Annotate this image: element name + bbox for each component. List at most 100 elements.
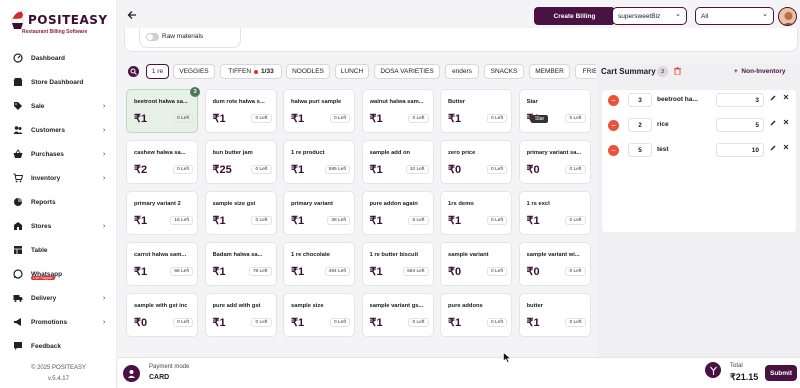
product-card[interactable]: sample variant gs... ₹1 0 Left (361, 293, 434, 337)
price-input[interactable]: 3 (716, 93, 764, 107)
category-tab-tiffen[interactable]: TIFFEN 1/33 (220, 64, 282, 79)
total-label: Total (730, 363, 743, 369)
product-price: ₹1 (212, 266, 226, 278)
close-icon[interactable] (783, 94, 789, 102)
product-name: 1 re butter biscuit (369, 252, 419, 258)
sidebar-item-table[interactable]: Table (0, 243, 117, 257)
category-tab-enders[interactable]: enders (445, 64, 479, 79)
pencil-icon[interactable] (770, 145, 776, 153)
sidebar-item-sale[interactable]: Sale › (0, 99, 117, 113)
price-input[interactable]: 10 (716, 143, 764, 157)
non-inventory-label: Non-Inventory (741, 68, 786, 75)
product-card[interactable]: 1 re product ₹1 595 Left (283, 140, 355, 184)
pencil-icon[interactable] (770, 120, 776, 128)
category-tab-noodles[interactable]: NOODLES (286, 64, 330, 79)
category-label: 1 re (151, 68, 164, 75)
product-card[interactable]: Butter ₹1 0 Left (440, 89, 512, 133)
sidebar-item-inventory[interactable]: Inventory › (0, 171, 117, 185)
add-non-inventory-button[interactable]: + Non-Inventory (734, 68, 785, 75)
sidebar-item-reports[interactable]: Reports (0, 195, 117, 209)
category-tab-veggies[interactable]: VEGGIES (173, 64, 215, 79)
product-card[interactable]: beetroot halwa sa... ₹1 0 Left 3 (126, 87, 200, 133)
product-card[interactable]: primary variant ₹1 38 Left (283, 191, 355, 235)
sidebar-item-whatsapp[interactable]: Whatsapp Live Support (0, 267, 117, 281)
category-tab-frie[interactable]: FRIE (575, 64, 596, 79)
cart-icon (12, 173, 23, 184)
chevron-right-icon: › (103, 150, 106, 158)
product-card[interactable]: pure add with gst ₹1 0 Left (204, 293, 277, 337)
pencil-icon[interactable] (770, 95, 776, 103)
product-card[interactable]: primary variant 2 ₹1 16 Left (126, 191, 198, 235)
brand-logo[interactable]: POSITEASY Restaurant Billing Software (8, 6, 108, 40)
price-input[interactable]: 5 (716, 118, 764, 132)
product-card[interactable]: carrot halwa sam... ₹1 66 Left (126, 242, 198, 286)
total-value: ₹21.15 (730, 372, 759, 382)
raw-materials-toggle[interactable]: Raw materials (139, 28, 241, 48)
product-card[interactable]: Badam halwa sa... ₹1 78 Left (204, 242, 277, 286)
product-card[interactable]: cashew halwa sa... ₹2 0 Left (126, 140, 198, 184)
product-price: ₹0 (526, 266, 540, 278)
product-card[interactable]: dum rote halwa s... ₹1 0 Left (204, 89, 277, 133)
product-card[interactable]: pure addons ₹1 0 Left (440, 293, 512, 337)
remove-item-icon[interactable]: − (608, 95, 619, 106)
user-icon[interactable] (123, 365, 140, 382)
stock-left-badge: 38 Left (327, 216, 350, 225)
product-name: zero price (448, 150, 476, 156)
product-card[interactable]: sample size ₹1 0 Left (283, 293, 355, 337)
product-card[interactable]: 1 rs excl ₹1 0 Left (518, 191, 591, 235)
search-icon[interactable] (128, 66, 139, 77)
split-icon[interactable] (705, 362, 721, 378)
sidebar-item-store-dashboard[interactable]: Store Dashboard (0, 75, 117, 89)
product-card[interactable]: sample variant ₹0 0 Left (440, 242, 512, 286)
product-card[interactable]: 1 re butter biscuit ₹1 584 Left (361, 242, 434, 286)
product-card[interactable]: sample variant wi... ₹0 0 Left (518, 242, 591, 286)
business-select[interactable]: supersweetBiz ⌄ (612, 7, 687, 25)
product-card[interactable]: pure addon again ₹1 5 Left (361, 191, 434, 235)
quantity-input[interactable]: 2 (628, 118, 652, 132)
product-card[interactable]: sample with gst inc ₹0 0 Left (126, 293, 198, 337)
product-card[interactable]: walnut halwa sam... ₹1 0 Left (361, 89, 434, 133)
quantity-input[interactable]: 3 (628, 93, 652, 107)
sidebar-item-delivery[interactable]: Delivery › (0, 291, 117, 305)
avatar[interactable] (778, 7, 797, 26)
payment-mode-value[interactable]: CARD (149, 374, 169, 381)
sidebar-item-feedback[interactable]: Feedback (0, 339, 117, 353)
sidebar-item-label: Promotions (31, 318, 68, 326)
sidebar-item-promotions[interactable]: Promotions › (0, 315, 117, 329)
product-card[interactable]: halwa puri sample ₹1 0 Left (283, 89, 355, 133)
back-arrow-icon[interactable] (126, 9, 138, 21)
remove-item-icon[interactable]: − (608, 120, 619, 131)
category-tab-dosa-varieties[interactable]: DOSA VARIETIES (374, 64, 440, 79)
category-tab-member[interactable]: MEMBER (529, 64, 570, 79)
product-card[interactable]: 1 re chocolate ₹1 494 Left (283, 242, 355, 286)
quantity-input[interactable]: 5 (628, 143, 652, 157)
product-card[interactable]: primary variant sa... ₹0 0 Left (518, 140, 591, 184)
submit-button[interactable]: Submit (765, 365, 797, 381)
product-card[interactable]: bun butter jam ₹25 0 Left (204, 140, 277, 184)
chevron-right-icon: › (103, 126, 106, 134)
product-card[interactable]: 1rs demo ₹1 0 Left (440, 191, 512, 235)
product-price: ₹1 (212, 317, 226, 329)
product-card[interactable]: zero price ₹0 0 Left (440, 140, 512, 184)
trash-icon[interactable] (674, 67, 681, 77)
sidebar-item-dashboard[interactable]: Dashboard (0, 51, 117, 65)
product-card[interactable]: sample size gst ₹1 0 Left (204, 191, 277, 235)
create-billing-button[interactable]: Create Billing (534, 7, 615, 25)
close-icon[interactable] (783, 119, 789, 127)
toggle-switch[interactable] (146, 33, 159, 41)
remove-item-icon[interactable]: − (608, 145, 619, 156)
product-card[interactable]: sample add on ₹1 10 Left (361, 140, 434, 184)
category-tab-snacks[interactable]: SNACKS (484, 64, 524, 79)
category-label: VEGGIES (179, 68, 209, 75)
sidebar-item-stores[interactable]: Stores › (0, 219, 117, 233)
product-price: ₹1 (448, 317, 462, 329)
filter-select[interactable]: All ⌄ (695, 7, 774, 25)
close-icon[interactable] (783, 144, 789, 152)
category-tab-lunch[interactable]: LUNCH (335, 64, 369, 79)
category-tab-1-re[interactable]: 1 re (146, 64, 169, 79)
sidebar-item-purchases[interactable]: Purchases › (0, 147, 117, 161)
sidebar-item-customers[interactable]: Customers › (0, 123, 117, 137)
product-card[interactable]: Star₹10 Left (518, 89, 591, 133)
product-card[interactable]: butter ₹1 0 Left (518, 293, 591, 337)
product-price: ₹1 (291, 164, 305, 176)
